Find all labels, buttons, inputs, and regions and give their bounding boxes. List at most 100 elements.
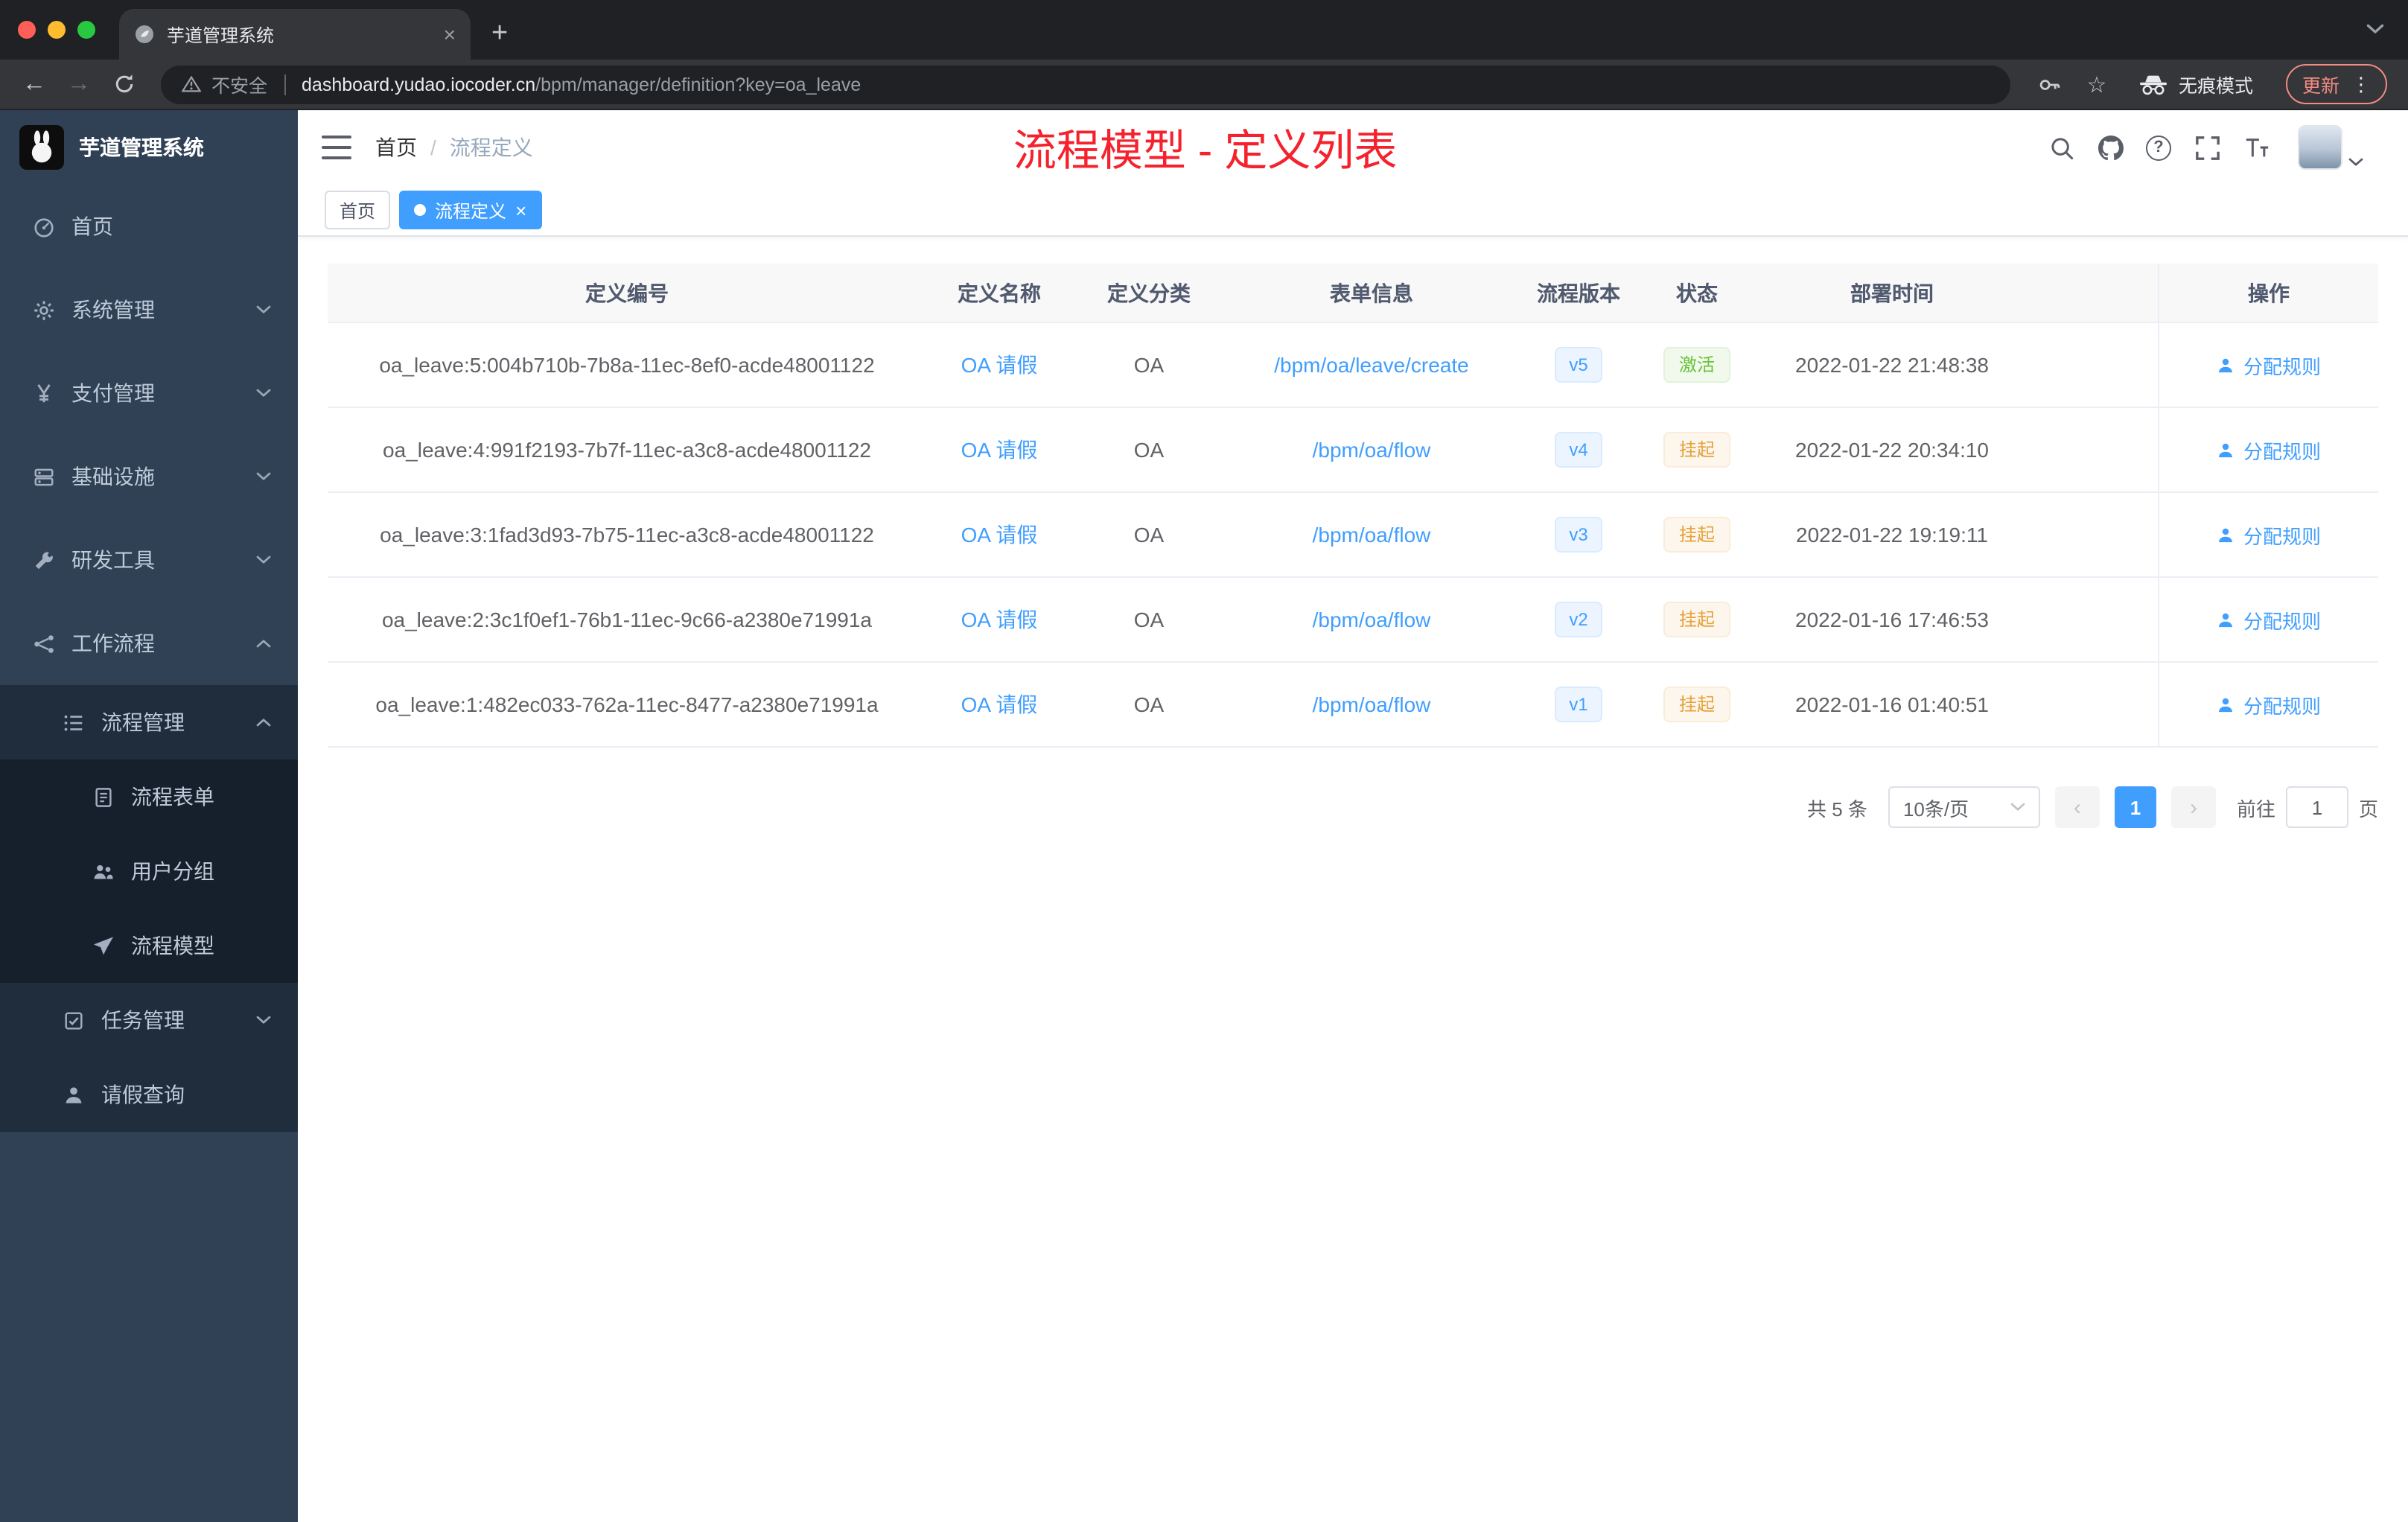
sidebar-item-label: 用户分组: [131, 859, 214, 883]
page-goto-input[interactable]: [2285, 786, 2348, 828]
chevron-down-icon: [2010, 803, 2025, 812]
sidebar-item-system[interactable]: 系统管理: [0, 268, 298, 351]
user-icon: [2217, 525, 2236, 544]
new-tab-button[interactable]: +: [471, 9, 529, 60]
deploy-time: 2022-01-22 21:48:38: [1795, 353, 1989, 377]
font-size-icon[interactable]: [2243, 134, 2270, 161]
sidebar-item-payment[interactable]: 支付管理: [0, 351, 298, 435]
table-row: oa_leave:5:004b710b-7b8a-11ec-8ef0-acde4…: [328, 323, 2378, 408]
address-bar[interactable]: 不安全 dashboard.yudao.iocoder.cn/bpm/manag…: [161, 65, 2010, 104]
sidebar-item-devtools[interactable]: 研发工具: [0, 518, 298, 602]
back-button[interactable]: ←: [15, 65, 54, 104]
search-icon[interactable]: [2048, 134, 2074, 161]
form-icon: [89, 786, 116, 808]
col-status: 状态: [1676, 281, 1718, 305]
form-info-link[interactable]: /bpm/oa/flow: [1313, 692, 1431, 716]
chevron-down-icon: [256, 389, 271, 398]
tag-close-icon[interactable]: ×: [515, 200, 526, 220]
sidebar-logo[interactable]: 芋道管理系统: [0, 110, 298, 185]
assign-rule-link[interactable]: 分配规则: [2217, 690, 2321, 719]
definition-category: OA: [1133, 692, 1165, 716]
form-info-link[interactable]: /bpm/oa/flow: [1313, 523, 1431, 547]
assign-rule-link[interactable]: 分配规则: [2217, 351, 2321, 379]
definition-category: OA: [1133, 523, 1165, 547]
active-dot: [414, 204, 427, 216]
sidebar-item-process-form[interactable]: 流程表单: [0, 760, 298, 834]
sidebar-item-task-management[interactable]: 任务管理: [0, 983, 298, 1057]
fullscreen-icon[interactable]: [2194, 134, 2220, 161]
deploy-time: 2022-01-22 20:34:10: [1795, 438, 1989, 462]
status-tag: 挂起: [1663, 602, 1730, 637]
browser-menu-icon[interactable]: ⋮: [2351, 72, 2371, 96]
tab-favicon-icon: [134, 24, 155, 45]
tag-process-definition[interactable]: 流程定义 ×: [399, 191, 542, 229]
github-icon[interactable]: [2097, 134, 2124, 161]
definition-category: OA: [1133, 353, 1165, 377]
definition-name-link[interactable]: OA 请假: [961, 435, 1038, 465]
breadcrumb-home[interactable]: 首页: [375, 133, 417, 162]
assign-rule-link[interactable]: 分配规则: [2217, 605, 2321, 634]
forward-button[interactable]: →: [60, 65, 98, 104]
definition-name-link[interactable]: OA 请假: [961, 690, 1038, 719]
sidebar-item-label: 基础设施: [71, 465, 155, 488]
version-tag: v4: [1554, 432, 1603, 468]
page-size-select[interactable]: 10条/页: [1888, 786, 2040, 828]
definition-id: oa_leave:5:004b710b-7b8a-11ec-8ef0-acde4…: [379, 353, 875, 377]
tab-search-icon[interactable]: [2366, 15, 2384, 42]
sidebar-item-home[interactable]: 首页: [0, 185, 298, 268]
help-icon[interactable]: ?: [2146, 135, 2171, 160]
definition-id: oa_leave:2:3c1f0ef1-76b1-11ec-9c66-a2380…: [381, 608, 872, 631]
screen: 芋道管理系统 × + ← → 不安全 dashboard.yudao.iocod…: [0, 0, 2408, 1522]
minimize-window-button[interactable]: [48, 21, 66, 39]
list-icon: [60, 711, 86, 733]
definition-name-link[interactable]: OA 请假: [961, 350, 1038, 380]
user-avatar[interactable]: [2298, 125, 2363, 170]
tab-close-icon[interactable]: ×: [444, 24, 456, 45]
form-info-link[interactable]: /bpm/oa/flow: [1313, 438, 1431, 462]
bookmark-star-icon[interactable]: ☆: [2083, 71, 2110, 98]
update-label: 更新: [2302, 76, 2339, 97]
row-spacer: [2030, 493, 2158, 576]
breadcrumb: 首页 / 流程定义: [375, 133, 533, 162]
assign-rule-link[interactable]: 分配规则: [2217, 520, 2321, 549]
browser-toolbar: ← → 不安全 dashboard.yudao.iocoder.cn/bpm/m…: [0, 60, 2408, 110]
browser-tab[interactable]: 芋道管理系统 ×: [119, 9, 471, 60]
password-key-icon[interactable]: [2036, 71, 2063, 98]
annotation-text: 流程模型 - 定义列表: [1013, 128, 1398, 176]
definition-id: oa_leave:3:1fad3d93-7b75-11ec-a3c8-acde4…: [380, 523, 874, 547]
next-page-button[interactable]: ›: [2170, 786, 2216, 828]
sidebar-item-leave-query[interactable]: 请假查询: [0, 1057, 298, 1132]
chevron-down-icon: [256, 1016, 271, 1025]
sidebar-item-infrastructure[interactable]: 基础设施: [0, 435, 298, 518]
sidebar-item-process-management[interactable]: 流程管理: [0, 685, 298, 760]
sidebar-item-user-group[interactable]: 用户分组: [0, 834, 298, 908]
reload-button[interactable]: [104, 65, 143, 104]
prev-page-button[interactable]: ‹: [2054, 786, 2100, 828]
definition-name-link[interactable]: OA 请假: [961, 520, 1038, 550]
form-info-link[interactable]: /bpm/oa/flow: [1313, 608, 1431, 631]
sidebar-item-label: 工作流程: [71, 631, 155, 655]
assign-rule-link[interactable]: 分配规则: [2217, 436, 2321, 464]
status-tag: 挂起: [1663, 432, 1730, 468]
definition-name-link[interactable]: OA 请假: [961, 605, 1038, 634]
goto-suffix: 页: [2358, 797, 2378, 820]
caret-down-icon: [2348, 158, 2363, 167]
tool-icon: [30, 549, 57, 571]
chrome-update-button[interactable]: 更新 ⋮: [2285, 64, 2387, 104]
close-window-button[interactable]: [18, 21, 36, 39]
sidebar-item-process-model[interactable]: 流程模型: [0, 908, 298, 983]
goto-prefix: 前往: [2236, 797, 2275, 820]
maximize-window-button[interactable]: [77, 21, 95, 39]
table-row: oa_leave:4:991f2193-7b7f-11ec-a3c8-acde4…: [328, 408, 2378, 493]
incognito-label: 无痕模式: [2178, 76, 2253, 97]
tag-home[interactable]: 首页: [325, 191, 391, 229]
url-text: dashboard.yudao.iocoder.cn/bpm/manager/d…: [302, 74, 861, 95]
definition-category: OA: [1133, 608, 1165, 631]
goto-page: 前往 页: [2237, 786, 2378, 828]
total-count: 共 5 条: [1807, 797, 1867, 820]
version-tag: v2: [1554, 602, 1603, 637]
current-page-button[interactable]: 1: [2114, 786, 2156, 828]
hamburger-icon[interactable]: [322, 136, 351, 159]
sidebar-item-workflow[interactable]: 工作流程: [0, 602, 298, 685]
form-info-link[interactable]: /bpm/oa/leave/create: [1274, 353, 1469, 377]
